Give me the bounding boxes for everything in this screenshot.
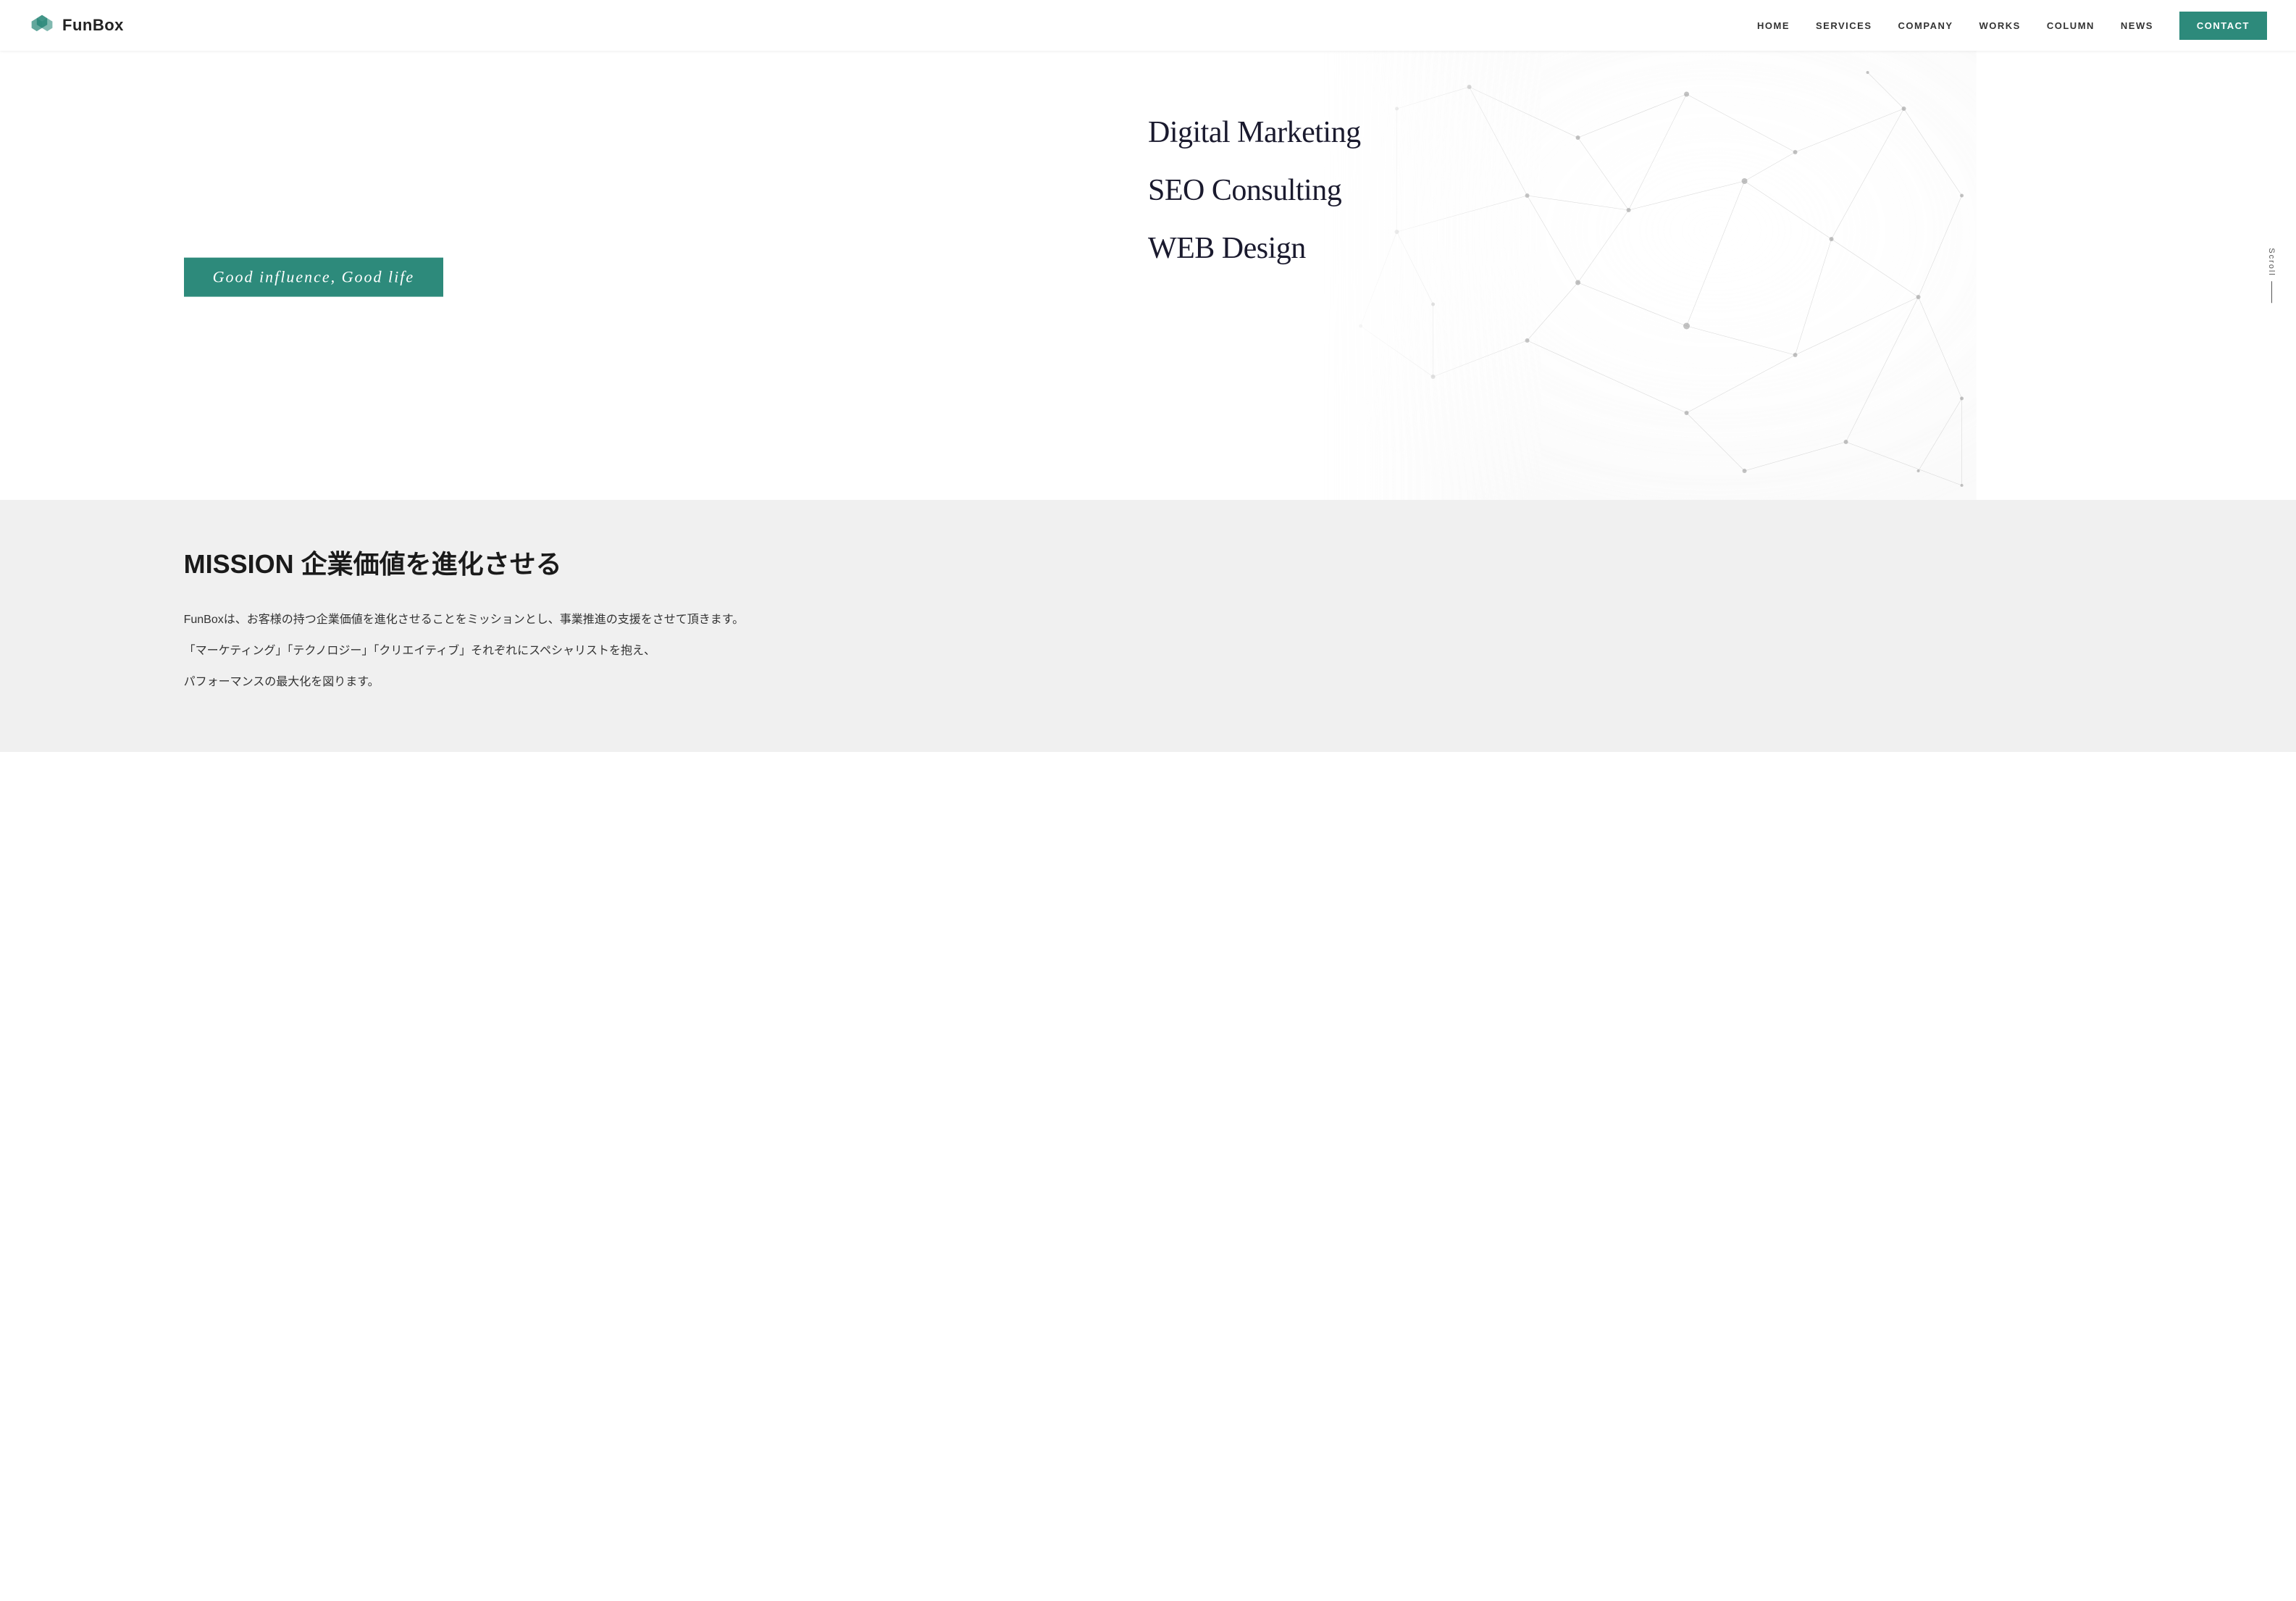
scroll-line [2271, 281, 2272, 303]
logo-text: FunBox [62, 16, 124, 35]
hero-section: Digital Marketing SEO Consulting WEB Des… [0, 51, 2296, 500]
mission-section: MISSION 企業価値を進化させる FunBoxは、お客様の持つ企業価値を進化… [0, 500, 2296, 752]
scroll-label: Scroll [2267, 248, 2276, 277]
mission-paragraph-2: 「マーケティング」「テクノロジー」「クリエイティブ」それぞれにスペシャリストを抱… [184, 638, 2113, 664]
hero-service-digital: Digital Marketing [1148, 104, 1361, 162]
nav-company[interactable]: COMPANY [1898, 20, 1953, 31]
nav-services[interactable]: SERVICES [1816, 20, 1872, 31]
nav-news[interactable]: NEWS [2121, 20, 2153, 31]
hero-content: Good influence, Good life [184, 243, 444, 297]
nav-column[interactable]: COLUMN [2047, 20, 2095, 31]
logo-icon [29, 12, 55, 38]
mission-paragraph-1: FunBoxは、お客様の持つ企業価値を進化させることをミッションとし、事業推進の… [184, 607, 2113, 632]
nav-home[interactable]: HOME [1757, 20, 1790, 31]
hero-service-web: WEB Design [1148, 220, 1361, 278]
hero-tagline: Good influence, Good life [184, 258, 444, 297]
nav-works[interactable]: WORKS [1979, 20, 2021, 31]
main-nav: HOME SERVICES COMPANY WORKS COLUMN NEWS … [1757, 12, 2267, 40]
nav-contact-button[interactable]: CONTACT [2179, 12, 2267, 40]
mission-paragraph-3: パフォーマンスの最大化を図ります。 [184, 669, 2113, 695]
hero-background [574, 51, 2296, 500]
site-header: FunBox HOME SERVICES COMPANY WORKS COLUM… [0, 0, 2296, 51]
logo-link[interactable]: FunBox [29, 12, 124, 38]
scroll-indicator: Scroll [2267, 248, 2276, 303]
hero-service-seo: SEO Consulting [1148, 162, 1361, 220]
hero-services: Digital Marketing SEO Consulting WEB Des… [1148, 104, 1361, 277]
mission-title: MISSION 企業価値を進化させる [184, 543, 2113, 581]
